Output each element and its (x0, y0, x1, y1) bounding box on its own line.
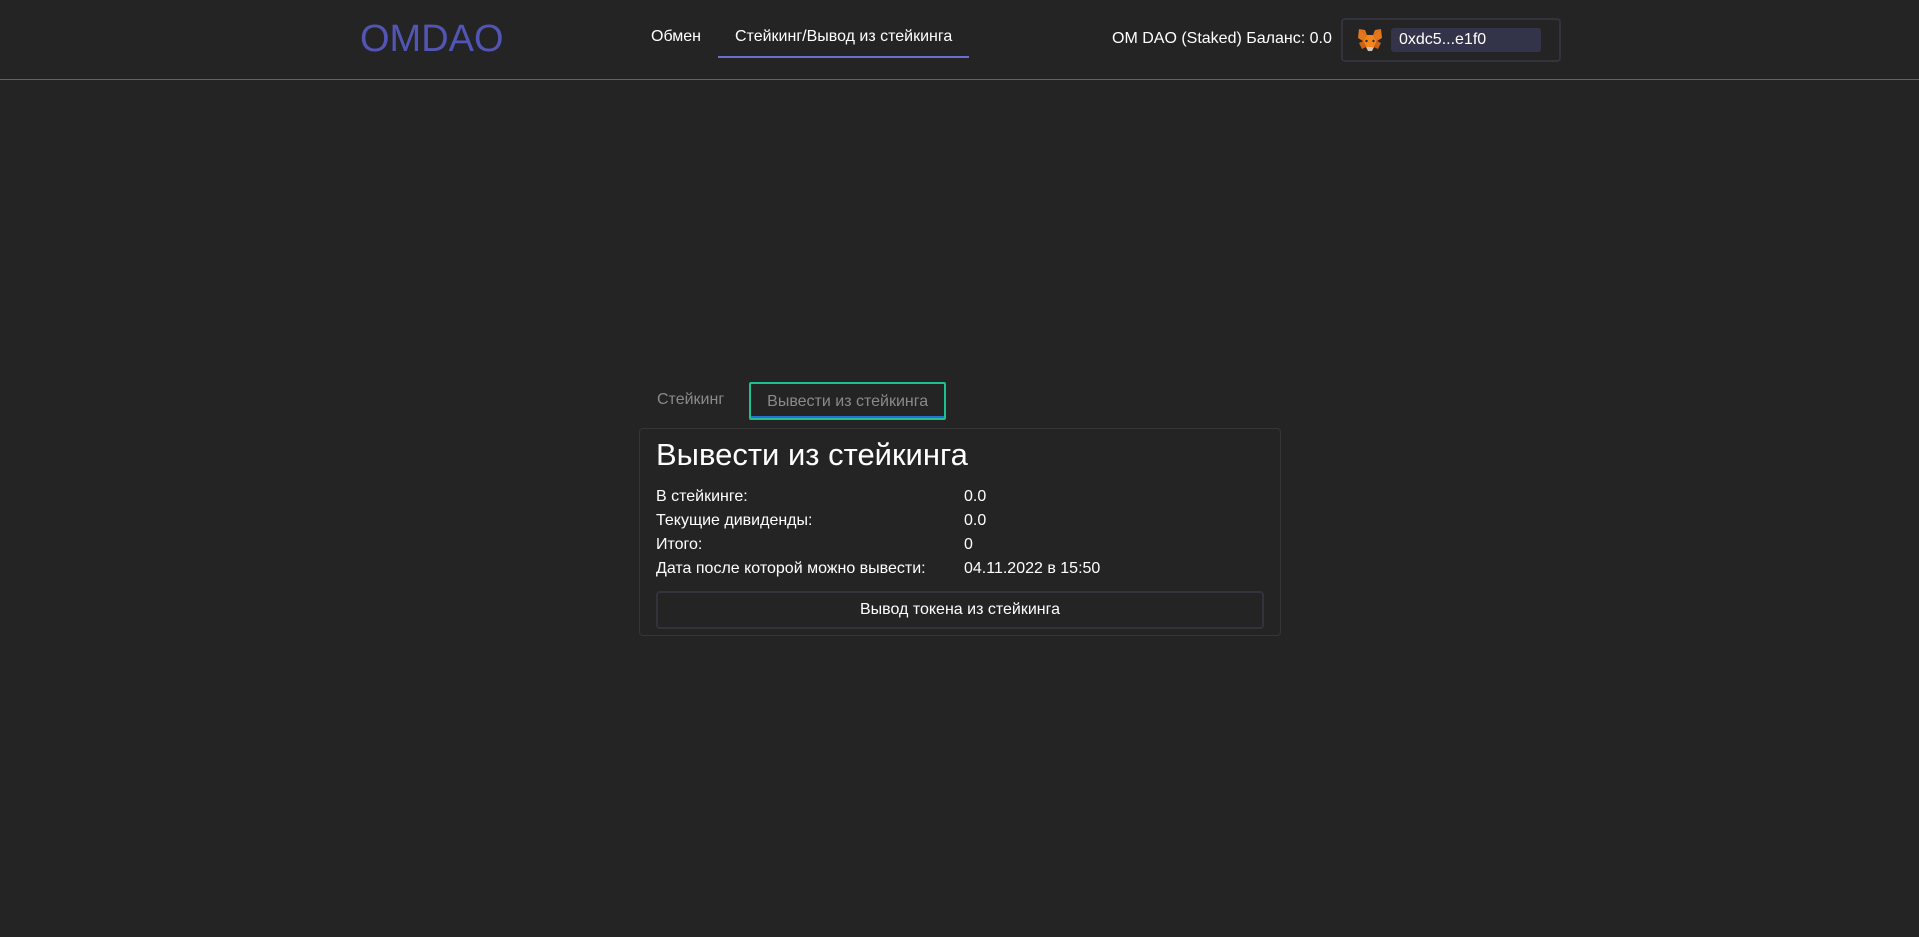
logo[interactable]: OMDAO (360, 17, 504, 61)
staking-tabs: Стейкинг Вывести из стейкинга (643, 382, 947, 420)
card-title: Вывести из стейкинга (656, 437, 968, 472)
nav-item-staking[interactable]: Стейкинг/Вывод из стейкинга (718, 20, 970, 58)
unstake-button[interactable]: Вывод токена из стейкинга (656, 591, 1264, 629)
row-value: 0.0 (964, 512, 987, 529)
unstake-card: Вывести из стейкинга В стейкинге: 0.0 Те… (639, 428, 1281, 636)
tab-unstake[interactable]: Вывести из стейкинга (749, 382, 947, 420)
tab-staking[interactable]: Стейкинг (643, 382, 738, 420)
wallet-button[interactable]: 0xdc5...e1f0 (1341, 18, 1561, 62)
info-row-staked: В стейкинге: 0.0 (656, 485, 1264, 509)
row-value: 0.0 (964, 488, 987, 505)
info-row-dividends: Текущие дивиденды: 0.0 (656, 509, 1264, 533)
info-row-withdraw-date: Дата после которой можно вывести: 04.11.… (656, 557, 1264, 581)
row-label: Итого: (656, 536, 703, 553)
row-label: Дата после которой можно вывести: (656, 560, 926, 577)
info-row-total: Итого: 0 (656, 533, 1264, 557)
row-label: В стейкинге: (656, 488, 748, 505)
row-value: 04.11.2022 в 15:50 (964, 560, 1101, 577)
main-nav: Обмен Стейкинг/Вывод из стейкинга (634, 20, 970, 58)
top-header: OMDAO Обмен Стейкинг/Вывод из стейкинга … (0, 0, 1919, 80)
wallet-address: 0xdc5...e1f0 (1391, 28, 1541, 52)
nav-item-exchange[interactable]: Обмен (634, 20, 718, 58)
staked-balance: OM DAO (Staked) Баланс: 0.0 (1112, 30, 1332, 47)
row-value: 0 (964, 536, 973, 553)
metamask-fox-icon (1358, 29, 1382, 52)
row-label: Текущие дивиденды: (656, 512, 813, 529)
